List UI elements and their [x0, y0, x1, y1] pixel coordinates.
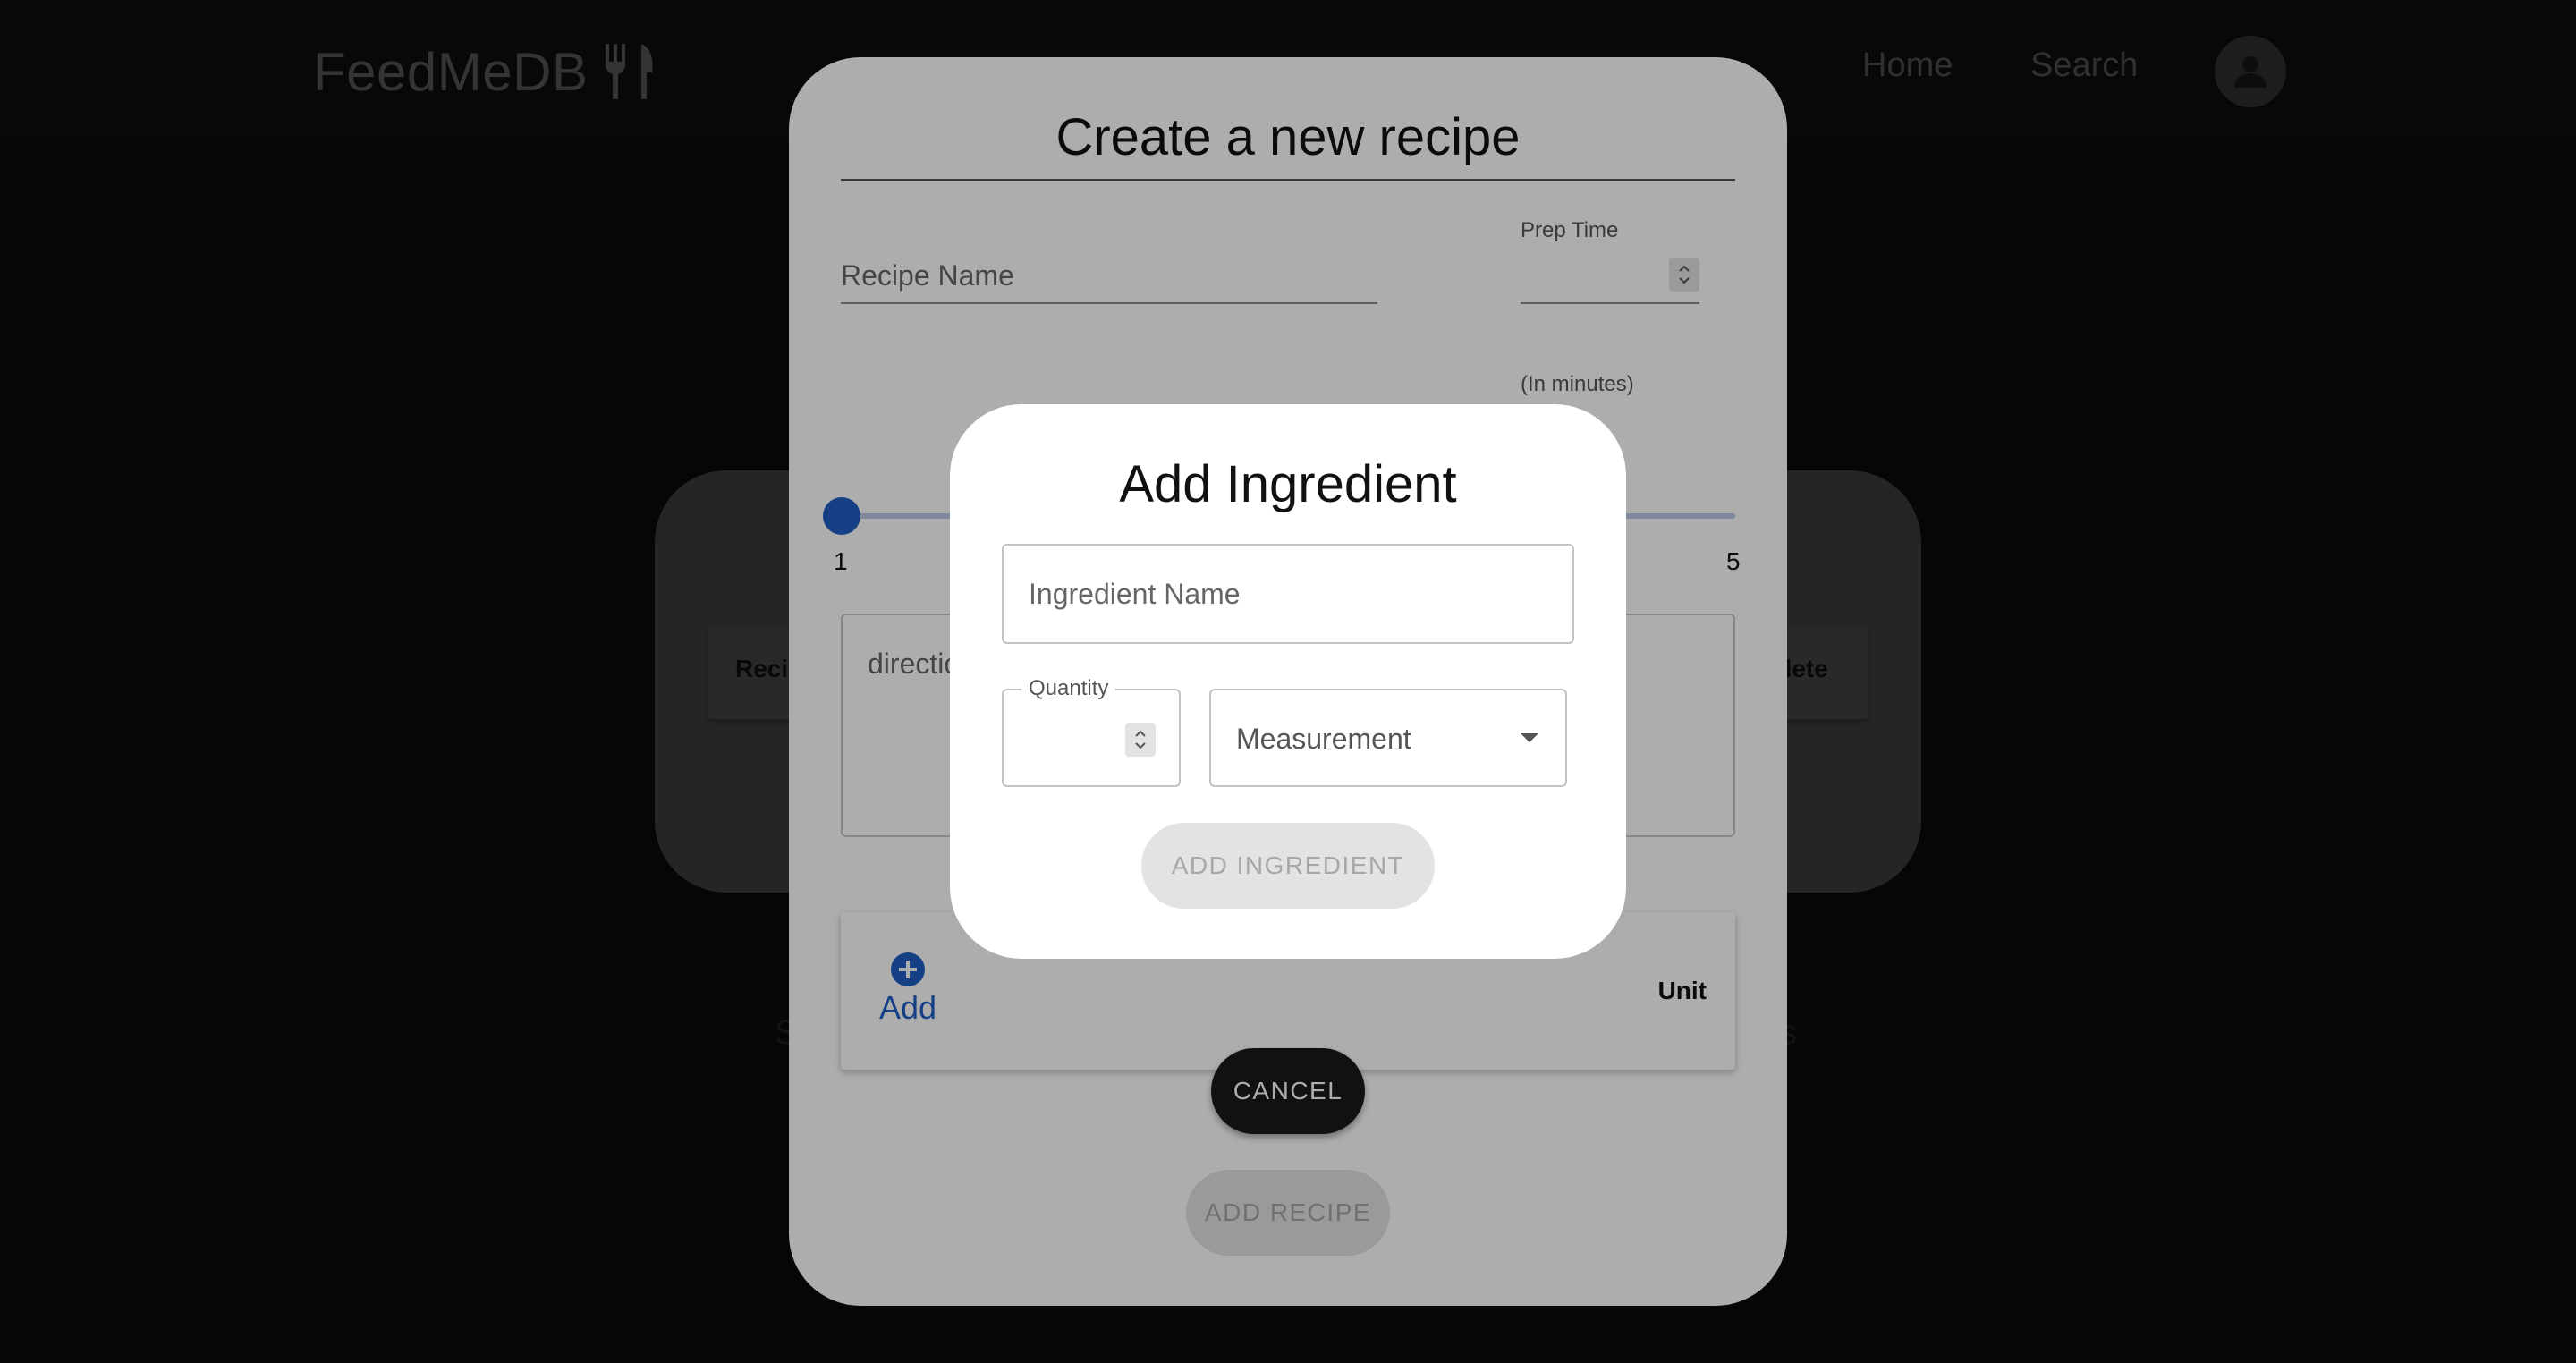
measurement-select[interactable]: Measurement	[1209, 689, 1567, 787]
ingredient-name-placeholder: Ingredient Name	[1029, 578, 1241, 610]
stepper-arrows-icon	[1135, 730, 1146, 749]
add-ingredient-dialog: Add Ingredient Ingredient Name Quantity …	[950, 404, 1626, 959]
quantity-stepper[interactable]	[1125, 723, 1156, 757]
quantity-input[interactable]: Quantity	[1002, 676, 1181, 787]
dropdown-arrow-icon	[1521, 733, 1538, 742]
quantity-label: Quantity	[1021, 676, 1116, 701]
add-ingredient-submit-button[interactable]: ADD INGREDIENT	[1141, 823, 1435, 909]
dialog-title: Add Ingredient	[1119, 455, 1457, 513]
measurement-placeholder: Measurement	[1236, 723, 1411, 755]
ingredient-name-input[interactable]: Ingredient Name	[1002, 544, 1574, 644]
